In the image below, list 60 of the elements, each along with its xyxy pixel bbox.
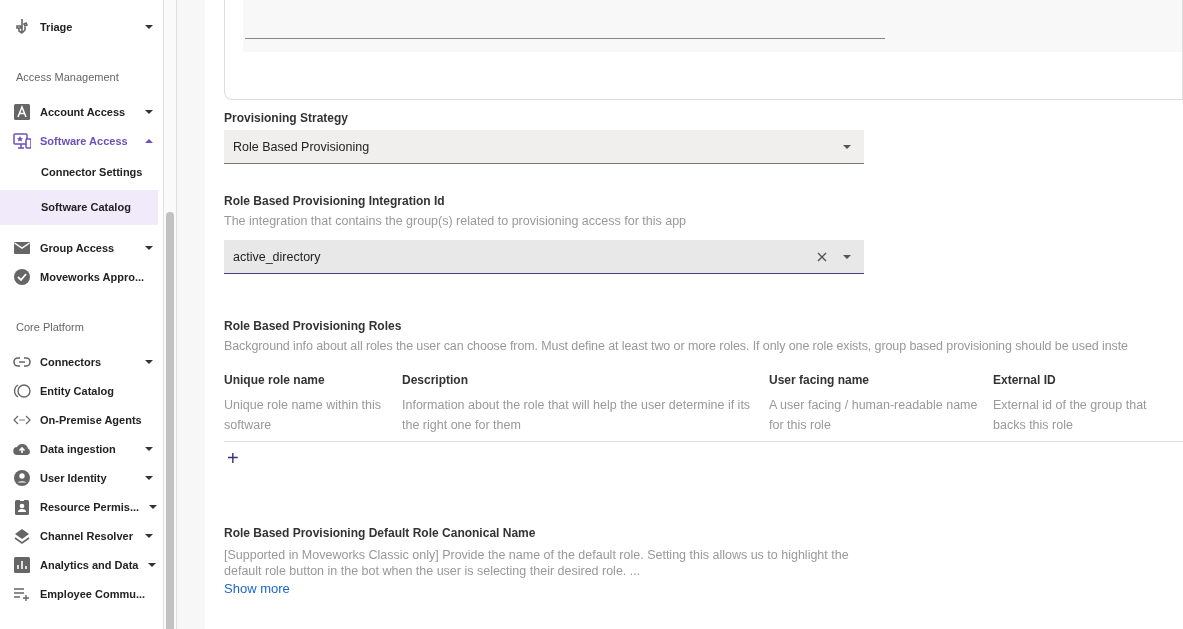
nav-item[interactable]: User Identity [0, 463, 163, 492]
field-label: Role Based Provisioning Default Role Canonical Name [224, 526, 537, 540]
nav-item[interactable]: Group Access [0, 233, 163, 262]
caret-down-icon [147, 560, 158, 569]
caret-down-icon [144, 444, 154, 453]
field-label: Provisioning Strategy [224, 111, 350, 125]
field-label: Role Based Provisioning Integration Id [224, 194, 446, 208]
bar-chart-icon [13, 555, 31, 574]
nav-item[interactable]: Analytics and Data [0, 550, 163, 579]
column-header: Description [402, 373, 469, 387]
nav-subitem[interactable]: Software Catalog [0, 190, 158, 225]
caret-down-icon [148, 502, 159, 511]
monitor-phone-icon [13, 131, 31, 150]
caret-down-icon [144, 22, 154, 31]
nav-subitem[interactable]: Connector Settings [0, 155, 158, 190]
column-hint: A user facing / human-readable name for this role [769, 397, 979, 434]
circle-icon [13, 381, 31, 400]
field-label: Role Based Provisioning Roles [224, 319, 403, 333]
caret-down-icon [842, 252, 852, 261]
column-header: User facing name [769, 373, 871, 387]
caret-down-icon [144, 357, 154, 366]
column-hint: External id of the group that backs this role [993, 397, 1148, 434]
caret-up-icon [144, 136, 154, 145]
integration-dropdown[interactable]: active_directory [224, 240, 864, 274]
nav-item[interactable]: Data ingestion [0, 434, 163, 463]
nav-item[interactable]: On-Premise Agents [0, 405, 163, 434]
field-description: The integration that contains the group(s) related to provisioning access for this app [224, 213, 688, 230]
column-hint: Unique role name within this software [224, 397, 383, 434]
caret-down-icon [144, 473, 154, 482]
nav-item[interactable]: Triage [0, 12, 163, 41]
caret-down-icon [144, 531, 154, 540]
section-heading: Core Platform [15, 321, 85, 333]
column-header: Unique role name [224, 373, 326, 387]
caret-down-icon [144, 243, 154, 252]
nav-item[interactable]: Employee Commu... [0, 579, 163, 608]
strategy-dropdown[interactable]: Role Based Provisioning [224, 130, 864, 164]
caret-down-icon [144, 107, 154, 116]
check-circle-icon [13, 267, 31, 286]
nav-item[interactable]: Connectors [0, 347, 163, 376]
column-hint: Information about the role that will help the user determine if its the right one for them [402, 397, 752, 434]
letter-a-icon [13, 102, 31, 121]
nav-item[interactable]: Resource Permis... [0, 492, 163, 521]
nav-item[interactable]: Moveworks Appro... [0, 262, 163, 291]
column-header: External ID [993, 373, 1057, 387]
field-description: [Supported in Moveworks Classic only] Provide the name of the default role. Setting this allows us to highlight the default role button in the bot when the user is selecting their desired role. ... [224, 547, 850, 579]
field-description: Background info about all roles the user can choose from. Must define at least two or more roles. If only one role exists, group based provisioning should be used inste [224, 338, 1129, 355]
section-heading: Access Management [15, 71, 120, 83]
caret-down-icon [842, 142, 852, 151]
nav-item[interactable]: Account Access [0, 97, 163, 126]
nav-item[interactable]: Software Access [0, 126, 163, 155]
badge-icon [13, 497, 31, 516]
nav-item[interactable]: Channel Resolver [0, 521, 163, 550]
scrollbar[interactable] [163, 0, 177, 629]
show-more-link[interactable]: Show more [224, 581, 290, 596]
layers-icon [13, 526, 31, 545]
add-row-button[interactable]: + [224, 446, 242, 470]
text-area-field[interactable] [243, 0, 1182, 52]
usb-icon [13, 17, 31, 36]
person-icon [13, 468, 31, 487]
nav-item[interactable]: Entity Catalog [0, 376, 163, 405]
